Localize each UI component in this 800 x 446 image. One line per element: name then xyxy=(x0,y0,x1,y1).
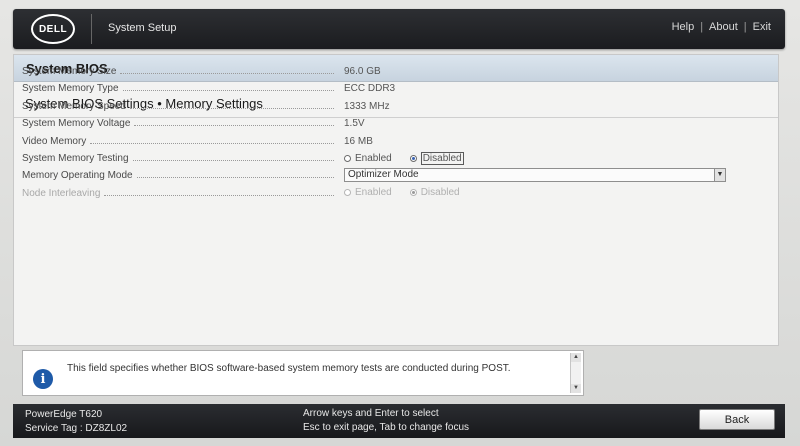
help-box: i This field specifies whether BIOS soft… xyxy=(22,350,584,396)
help-text: This field specifies whether BIOS softwa… xyxy=(67,363,511,374)
leader-dots xyxy=(136,177,334,179)
leader-dots xyxy=(90,142,334,144)
setting-label: System Memory Testing xyxy=(22,152,129,164)
memory-testing-disabled-radio[interactable]: Disabled xyxy=(409,151,464,165)
scroll-up-arrow-icon[interactable]: ▲ xyxy=(571,353,581,362)
setting-row-memory-speed: System Memory Speed 1333 MHz xyxy=(22,99,762,116)
setting-row-memory-voltage: System Memory Voltage 1.5V xyxy=(22,116,762,133)
setting-label: System Memory Size xyxy=(22,66,117,77)
node-interleaving-disabled-radio: Disabled xyxy=(409,187,460,198)
leader-dots xyxy=(134,125,334,127)
setting-row-memory-testing: System Memory Testing Enabled Disabled xyxy=(22,151,762,168)
header-links: Help | About | Exit xyxy=(672,21,771,33)
back-button[interactable]: Back xyxy=(699,409,775,430)
setting-value: 96.0 GB xyxy=(344,66,381,77)
select-value: Optimizer Mode xyxy=(348,169,419,181)
dropdown-arrow-icon[interactable]: ▼ xyxy=(714,169,725,182)
setting-label: Video Memory xyxy=(22,135,87,147)
setting-row-node-interleaving: Node Interleaving Enabled Disabled xyxy=(22,186,762,203)
setting-row-memory-type: System Memory Type ECC DDR3 xyxy=(22,81,762,98)
leader-dots xyxy=(122,90,334,92)
exit-link[interactable]: Exit xyxy=(753,21,771,33)
scroll-down-arrow-icon[interactable]: ▼ xyxy=(571,384,581,393)
dell-logo-text: DELL xyxy=(38,23,68,35)
node-interleaving-radio-group: Enabled Disabled xyxy=(344,187,460,198)
footer-bar: PowerEdge T620 Service Tag : DZ8ZL02 Arr… xyxy=(13,404,785,438)
setting-row-memory-size: System Memory Size 96.0 GB xyxy=(22,64,762,81)
radio-icon xyxy=(344,154,351,162)
setting-label: Memory Operating Mode xyxy=(22,170,133,182)
link-separator: | xyxy=(743,21,747,33)
system-info: PowerEdge T620 Service Tag : DZ8ZL02 xyxy=(25,408,127,436)
setting-label: System Memory Type xyxy=(22,83,119,95)
app-title: System Setup xyxy=(108,22,177,34)
setting-label: System Memory Speed xyxy=(22,100,126,112)
bios-screen: DELL System Setup Help | About | Exit Sy… xyxy=(0,0,800,446)
radio-selected-icon xyxy=(409,154,417,162)
setting-label: Node Interleaving xyxy=(22,187,101,199)
info-icon: i xyxy=(33,369,53,389)
setting-row-operating-mode: Memory Operating Mode Optimizer Mode ▼ xyxy=(22,168,762,185)
key-hint-line-1: Arrow keys and Enter to select xyxy=(303,408,439,419)
setting-value: ECC DDR3 xyxy=(344,83,396,95)
memory-operating-mode-select[interactable]: Optimizer Mode ▼ xyxy=(344,168,726,183)
service-tag: Service Tag : DZ8ZL02 xyxy=(25,423,128,434)
leader-dots xyxy=(104,194,334,196)
setting-row-video-memory: Video Memory 16 MB xyxy=(22,134,762,151)
setting-value: 1333 MHz xyxy=(344,100,390,112)
header-divider xyxy=(91,14,92,44)
help-link[interactable]: Help xyxy=(672,21,695,33)
about-link[interactable]: About xyxy=(709,21,738,33)
dell-logo: DELL xyxy=(31,14,75,44)
setting-label: System Memory Voltage xyxy=(22,118,131,130)
leader-dots xyxy=(129,107,334,109)
radio-selected-icon xyxy=(409,188,417,196)
top-header-bar: DELL System Setup Help | About | Exit xyxy=(13,9,785,49)
help-scrollbar[interactable]: ▲ ▼ xyxy=(570,353,581,393)
memory-testing-radio-group: Enabled Disabled xyxy=(344,151,464,165)
key-hint-line-2: Esc to exit page, Tab to change focus xyxy=(303,422,470,433)
radio-icon xyxy=(344,188,351,196)
model-name: PowerEdge T620 xyxy=(25,409,103,420)
setting-value: 16 MB xyxy=(344,135,373,147)
leader-dots xyxy=(132,159,334,161)
settings-list: System Memory Size 96.0 GB System Memory… xyxy=(22,64,762,203)
setting-value: 1.5V xyxy=(344,118,365,130)
node-interleaving-enabled-radio: Enabled xyxy=(344,187,392,198)
memory-testing-enabled-radio[interactable]: Enabled xyxy=(344,153,392,164)
link-separator: | xyxy=(700,21,704,33)
key-hints: Arrow keys and Enter to select Esc to ex… xyxy=(303,407,469,435)
leader-dots xyxy=(120,73,334,74)
